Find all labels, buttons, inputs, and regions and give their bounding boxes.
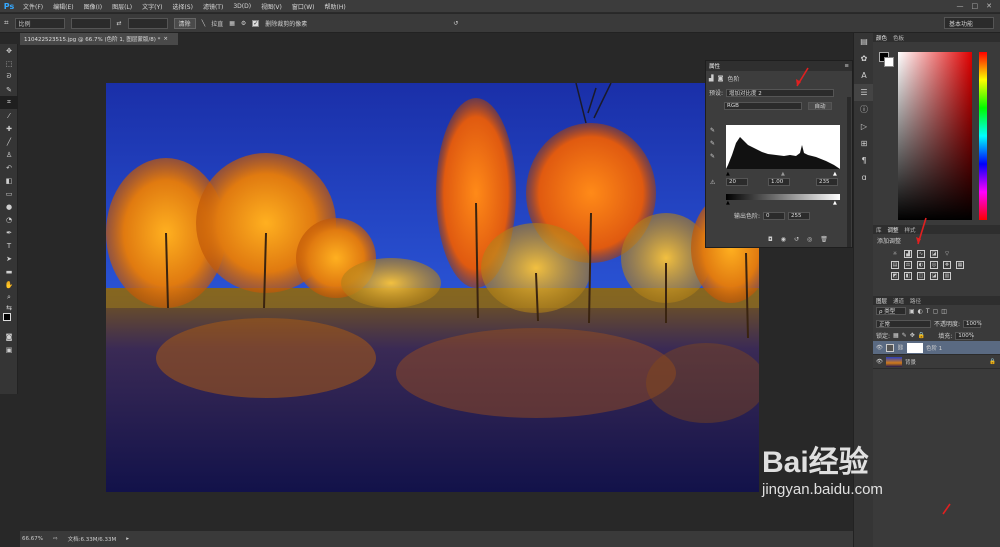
- red-arrow-annotation-1: [796, 67, 809, 87]
- watermark-url: jingyan.baidu.com: [762, 481, 883, 498]
- watermark-brand: Bai经验: [762, 446, 869, 479]
- baidu-watermark: Bai经验 jingyan.baidu.com: [762, 437, 962, 537]
- red-arrow-annotation-2: [916, 217, 927, 245]
